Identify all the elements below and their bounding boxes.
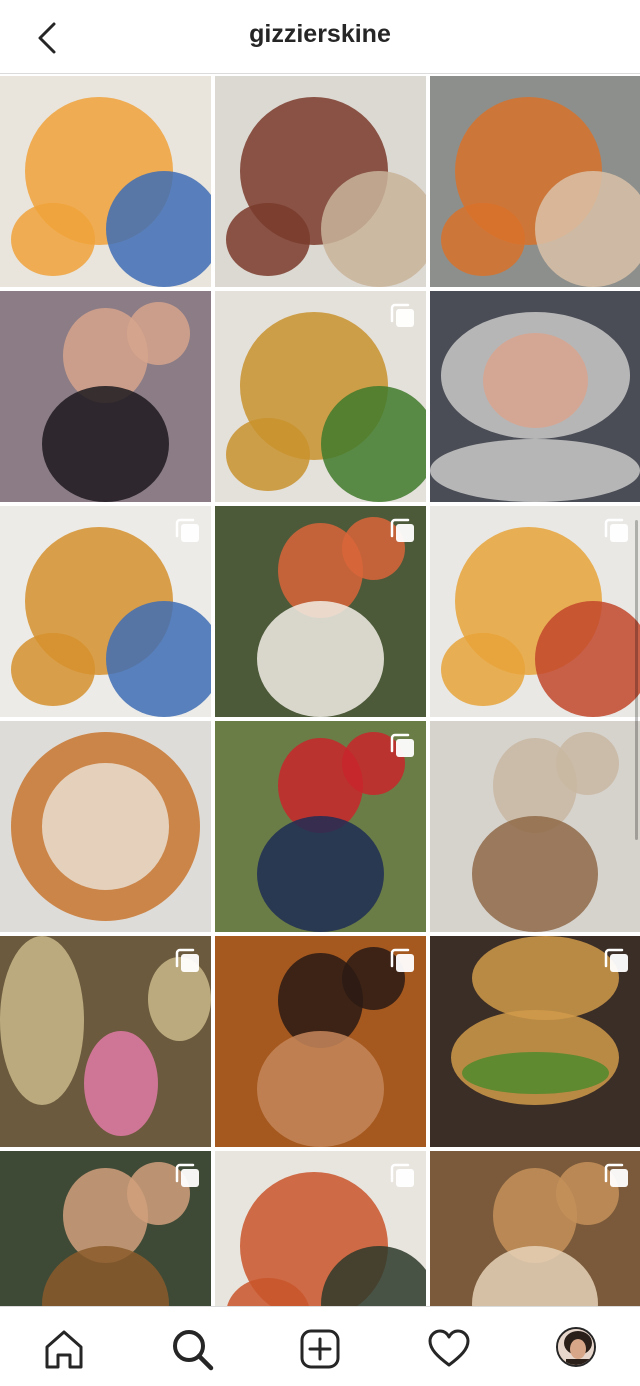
post-thumbnail[interactable] bbox=[430, 721, 640, 932]
nav-create-button[interactable] bbox=[298, 1327, 342, 1371]
thumbnail-shape bbox=[472, 936, 619, 1021]
multiple-posts-icon bbox=[175, 518, 199, 542]
multiple-posts-icon bbox=[604, 1163, 628, 1187]
thumbnail-shape bbox=[126, 301, 190, 365]
post-thumbnail[interactable] bbox=[0, 506, 211, 717]
multiple-posts-icon bbox=[175, 1163, 199, 1187]
post-thumbnail[interactable] bbox=[430, 291, 640, 502]
thumbnail-shape bbox=[535, 170, 640, 287]
post-thumbnail[interactable] bbox=[215, 936, 426, 1147]
post-thumbnail[interactable] bbox=[215, 76, 426, 287]
multiple-posts-icon bbox=[604, 948, 628, 972]
thumbnail-shape bbox=[225, 417, 310, 492]
heart-icon bbox=[428, 1329, 470, 1367]
thumbnail-shape bbox=[482, 333, 588, 429]
nav-home-button[interactable] bbox=[42, 1327, 86, 1371]
home-icon bbox=[45, 1330, 83, 1369]
post-thumbnail[interactable] bbox=[215, 291, 426, 502]
multiple-posts-icon bbox=[390, 303, 414, 327]
nav-profile-avatar[interactable] bbox=[556, 1327, 596, 1367]
posts-grid bbox=[0, 76, 640, 1386]
post-thumbnail[interactable] bbox=[430, 506, 640, 717]
plus-square-icon bbox=[300, 1329, 340, 1369]
nav-activity-button[interactable] bbox=[427, 1327, 471, 1371]
thumbnail-shape bbox=[257, 815, 384, 932]
scrollbar[interactable] bbox=[635, 520, 638, 840]
thumbnail-shape bbox=[430, 438, 640, 502]
post-thumbnail[interactable] bbox=[430, 76, 640, 287]
thumbnail-shape bbox=[556, 731, 619, 795]
post-thumbnail[interactable] bbox=[0, 291, 211, 502]
thumbnail-shape bbox=[257, 600, 384, 717]
post-thumbnail[interactable] bbox=[0, 76, 211, 287]
thumbnail-shape bbox=[84, 1030, 159, 1137]
thumbnail-shape bbox=[440, 202, 525, 277]
thumbnail-shape bbox=[320, 385, 426, 502]
search-icon bbox=[173, 1330, 214, 1371]
multiple-posts-icon bbox=[390, 1163, 414, 1187]
thumbnail-shape bbox=[535, 600, 640, 717]
thumbnail-shape bbox=[225, 202, 310, 277]
post-thumbnail[interactable] bbox=[0, 936, 211, 1147]
thumbnail-shape bbox=[10, 632, 95, 707]
multiple-posts-icon bbox=[175, 948, 199, 972]
nav-search-button[interactable] bbox=[170, 1327, 214, 1371]
thumbnail-shape bbox=[257, 1030, 384, 1147]
profile-username-title: gizzierskine bbox=[249, 20, 391, 48]
thumbnail-shape bbox=[461, 1052, 609, 1095]
post-thumbnail[interactable] bbox=[215, 721, 426, 932]
thumbnail-shape bbox=[472, 815, 598, 932]
post-thumbnail[interactable] bbox=[430, 936, 640, 1147]
post-thumbnail[interactable] bbox=[215, 506, 426, 717]
top-bar: gizzierskine bbox=[0, 0, 640, 74]
thumbnail-shape bbox=[440, 632, 525, 707]
multiple-posts-icon bbox=[390, 948, 414, 972]
thumbnail-shape bbox=[320, 170, 426, 287]
thumbnail-shape bbox=[42, 385, 169, 502]
thumbnail-shape bbox=[105, 600, 211, 717]
thumbnail-shape bbox=[0, 936, 85, 1105]
post-thumbnail[interactable] bbox=[0, 721, 211, 932]
multiple-posts-icon bbox=[390, 733, 414, 757]
thumbnail-shape bbox=[105, 170, 211, 287]
multiple-posts-icon bbox=[604, 518, 628, 542]
thumbnail-shape bbox=[10, 202, 95, 277]
thumbnail-shape bbox=[42, 763, 169, 890]
bottom-navigation bbox=[0, 1306, 640, 1386]
avatar-image bbox=[558, 1329, 594, 1365]
multiple-posts-icon bbox=[390, 518, 414, 542]
